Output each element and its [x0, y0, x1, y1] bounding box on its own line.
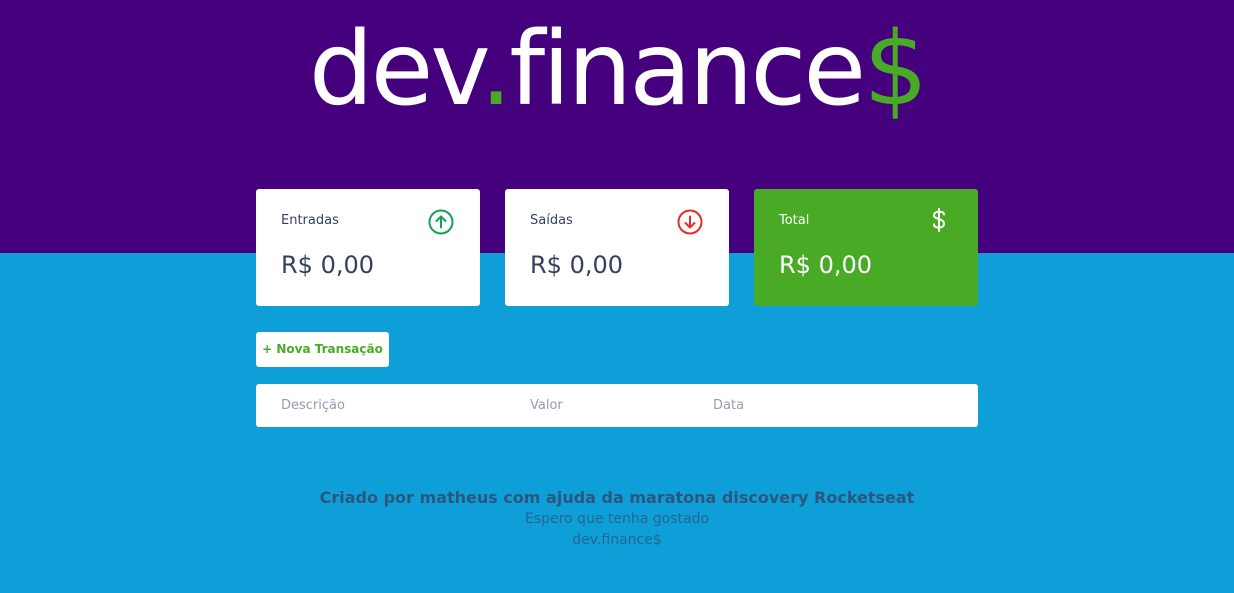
- arrow-up-circle-icon: [428, 209, 454, 235]
- logo: dev.finance$: [0, 10, 1234, 130]
- logo-dot: .: [479, 10, 512, 129]
- footer-brand: dev.finance$: [572, 532, 662, 548]
- column-header-value: Valor: [530, 398, 563, 413]
- footer-credit: Criado por matheus com ajuda da maratona…: [319, 488, 915, 507]
- total-card: Total R$ 0,00: [754, 189, 978, 306]
- logo-text: dev: [308, 10, 483, 129]
- expense-card-title: Saídas: [530, 213, 573, 228]
- income-card-value: R$ 0,00: [281, 251, 375, 279]
- column-header-date: Data: [713, 398, 745, 413]
- income-card-title: Entradas: [281, 213, 339, 228]
- expense-card: Saídas R$ 0,00: [505, 189, 729, 306]
- footer-message: Espero que tenha gostado: [524, 511, 710, 527]
- expense-card-value: R$ 0,00: [530, 251, 624, 279]
- new-transaction-button[interactable]: + Nova Transação: [256, 332, 389, 367]
- page: dev.finance$ Entradas R$ 0,00 Saídas R$ …: [0, 0, 1234, 593]
- total-card-title: Total: [779, 213, 810, 228]
- transactions-table-header: Descrição Valor Data: [256, 384, 978, 427]
- total-card-value: R$ 0,00: [779, 251, 873, 279]
- logo-text-finance: finance: [509, 10, 866, 129]
- footer: Criado por matheus com ajuda da maratona…: [0, 487, 1234, 551]
- column-header-description: Descrição: [281, 398, 345, 413]
- income-card: Entradas R$ 0,00: [256, 189, 480, 306]
- arrow-down-circle-icon: [677, 209, 703, 235]
- logo-dollar-symbol: $: [863, 10, 928, 129]
- dollar-sign-icon: [932, 208, 946, 232]
